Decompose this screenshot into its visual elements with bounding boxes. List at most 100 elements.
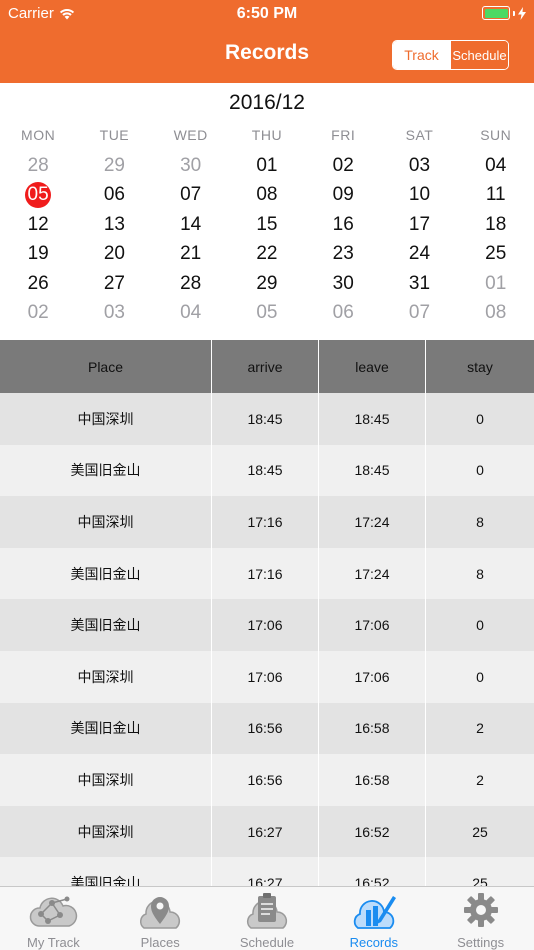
calendar-day[interactable]: 05 [229, 299, 305, 329]
calendar-day[interactable]: 29 [229, 269, 305, 299]
calendar-weekday-header: MON TUE WED THU FRI SAT SUN [0, 127, 534, 143]
calendar-day-number: 28 [180, 272, 202, 294]
calendar-day[interactable]: 13 [76, 210, 152, 240]
calendar-day-selected[interactable]: 05 [0, 181, 76, 211]
calendar-day[interactable]: 01 [229, 151, 305, 181]
cell-leave: 16:58 [319, 702, 426, 755]
calendar-month-title[interactable]: 2016/12 [0, 91, 534, 115]
table-row[interactable]: 中国深圳 16:27 16:52 25 [0, 805, 534, 858]
tab-label: Places [140, 935, 180, 950]
calendar-day[interactable]: 20 [76, 240, 152, 270]
table-header-row: Place arrive leave stay [0, 340, 534, 393]
battery-icon [482, 6, 510, 20]
table-row[interactable]: 中国深圳 17:06 17:06 0 [0, 650, 534, 703]
calendar-day[interactable]: 02 [0, 299, 76, 329]
calendar-day-number: 02 [27, 302, 49, 324]
table-row[interactable]: 美国旧金山 16:56 16:58 2 [0, 702, 534, 755]
cell-place: 美国旧金山 [0, 599, 212, 651]
calendar-day[interactable]: 18 [458, 210, 534, 240]
calendar-day-number: 28 [27, 154, 49, 176]
segment-schedule[interactable]: Schedule [450, 41, 508, 69]
cell-place: 中国深圳 [0, 754, 212, 806]
tab-settings[interactable]: Settings [427, 887, 534, 950]
weekday-label: SAT [405, 127, 434, 143]
calendar-day[interactable]: 30 [305, 269, 381, 299]
calendar-day[interactable]: 09 [305, 181, 381, 211]
cell-arrive: 16:56 [212, 754, 319, 806]
calendar-day[interactable]: 16 [305, 210, 381, 240]
cell-arrive: 16:27 [212, 857, 319, 886]
calendar-day-number: 11 [485, 184, 506, 206]
calendar-day-number: 18 [485, 213, 507, 235]
calendar-day[interactable]: 17 [381, 210, 457, 240]
calendar-day-number: 04 [180, 302, 202, 324]
calendar-day[interactable]: 23 [305, 240, 381, 270]
track-cloud-icon [30, 896, 78, 927]
calendar-day-grid: 28 29 30 01 02 03 04 05 06 07 08 09 10 11 12 13 14 15 16 17… [0, 151, 534, 328]
table-row[interactable]: 美国旧金山 16:27 16:52 25 [0, 857, 534, 886]
calendar-day-number: 31 [408, 272, 431, 294]
calendar-day[interactable]: 06 [305, 299, 381, 329]
segment-track[interactable]: Track [393, 41, 450, 69]
column-header-arrive: arrive [212, 340, 319, 393]
calendar-day[interactable]: 12 [0, 210, 76, 240]
calendar-day[interactable]: 11 [458, 181, 534, 211]
tab-label: My Track [27, 935, 80, 950]
calendar-day[interactable]: 14 [153, 210, 229, 240]
calendar-day-number: 21 [180, 243, 202, 265]
calendar-day[interactable]: 08 [458, 299, 534, 329]
calendar-day[interactable]: 25 [458, 240, 534, 270]
table-row[interactable]: 中国深圳 16:56 16:58 2 [0, 754, 534, 806]
cell-place: 中国深圳 [0, 496, 212, 548]
table-row[interactable]: 中国深圳 18:45 18:45 0 [0, 393, 534, 445]
cell-leave: 17:24 [319, 496, 426, 548]
table-row[interactable]: 中国深圳 17:16 17:24 8 [0, 496, 534, 548]
calendar-day[interactable]: 04 [153, 299, 229, 329]
tab-my-track[interactable]: My Track [0, 887, 107, 950]
calendar-day[interactable]: 03 [381, 151, 457, 181]
calendar-day[interactable]: 01 [458, 269, 534, 299]
tab-records[interactable]: Records [320, 887, 427, 950]
table-body[interactable]: 中国深圳 18:45 18:45 0 美国旧金山 18:45 18:45 0 中国深圳 17:16… [0, 393, 534, 886]
calendar-day[interactable]: 26 [0, 269, 76, 299]
calendar-day[interactable]: 22 [229, 240, 305, 270]
weekday-label: MON [21, 127, 56, 143]
calendar-day[interactable]: 24 [381, 240, 457, 270]
calendar-day-number: 30 [180, 154, 202, 176]
calendar-day[interactable]: 07 [153, 181, 229, 211]
calendar-day[interactable]: 28 [153, 269, 229, 299]
calendar-day[interactable]: 19 [0, 240, 76, 270]
tab-schedule[interactable]: Schedule [214, 887, 321, 950]
cell-stay: 25 [472, 875, 488, 886]
calendar-day[interactable]: 27 [76, 269, 152, 299]
calendar-day[interactable]: 10 [381, 181, 457, 211]
calendar-day[interactable]: 29 [76, 151, 152, 181]
table-row[interactable]: 美国旧金山 17:06 17:06 0 [0, 599, 534, 651]
calendar-day[interactable]: 15 [229, 210, 305, 240]
table-row[interactable]: 美国旧金山 17:16 17:24 8 [0, 547, 534, 600]
cell-arrive: 18:45 [212, 393, 319, 445]
calendar-day-number: 23 [332, 243, 354, 265]
calendar-day-number: 06 [103, 184, 125, 206]
gear-icon [463, 893, 498, 927]
calendar-day[interactable]: 31 [381, 269, 457, 299]
calendar-day[interactable]: 28 [0, 151, 76, 181]
cell-place: 美国旧金山 [0, 857, 212, 886]
calendar-day[interactable]: 04 [458, 151, 534, 181]
tab-label: Settings [457, 935, 505, 950]
cell-stay: 0 [476, 617, 484, 634]
table-row[interactable]: 美国旧金山 18:45 18:45 0 [0, 444, 534, 497]
calendar-day-number: 08 [485, 302, 507, 324]
calendar-day[interactable]: 08 [229, 181, 305, 211]
cell-stay: 0 [476, 462, 484, 479]
cell-stay: 2 [476, 720, 484, 737]
cell-place: 美国旧金山 [0, 547, 212, 600]
calendar-day[interactable]: 06 [76, 181, 152, 211]
calendar-day[interactable]: 07 [381, 299, 457, 329]
calendar-day[interactable]: 03 [76, 299, 152, 329]
calendar-day[interactable]: 02 [305, 151, 381, 181]
calendar-day[interactable]: 30 [153, 151, 229, 181]
calendar-day[interactable]: 21 [153, 240, 229, 270]
cell-stay: 0 [476, 410, 484, 427]
tab-places[interactable]: Places [107, 887, 214, 950]
